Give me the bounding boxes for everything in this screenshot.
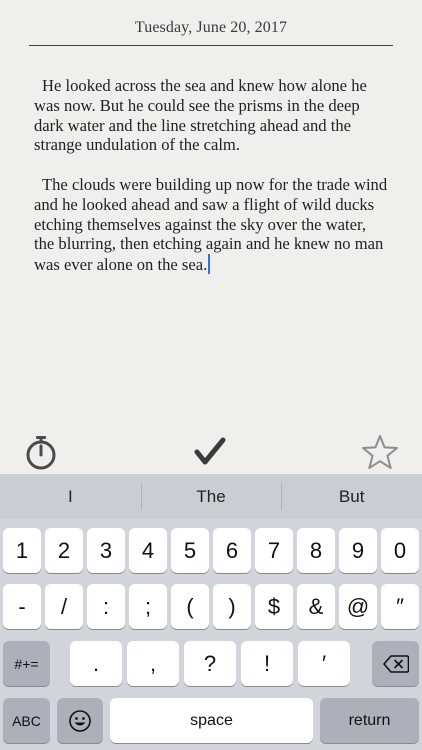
abc-key[interactable]: ABC xyxy=(3,698,50,743)
key-3[interactable]: 3 xyxy=(87,528,125,573)
key-ampersand[interactable]: & xyxy=(297,584,335,629)
done-button[interactable] xyxy=(190,432,230,472)
key-semicolon[interactable]: ; xyxy=(129,584,167,629)
key-5[interactable]: 5 xyxy=(171,528,209,573)
key-9[interactable]: 9 xyxy=(339,528,377,573)
stopwatch-icon xyxy=(26,436,56,470)
key-exclamation[interactable]: ! xyxy=(241,641,293,686)
key-0[interactable]: 0 xyxy=(381,528,419,573)
paragraph-1[interactable]: He looked across the sea and knew how al… xyxy=(34,76,390,155)
key-question[interactable]: ? xyxy=(184,641,236,686)
key-6[interactable]: 6 xyxy=(213,528,251,573)
suggestion-2[interactable]: The xyxy=(140,474,282,519)
entry-date: Tuesday, June 20, 2017 xyxy=(134,19,288,36)
delete-backspace-icon xyxy=(382,654,409,673)
key-7[interactable]: 7 xyxy=(255,528,293,573)
key-open-paren[interactable]: ( xyxy=(171,584,209,629)
key-colon[interactable]: : xyxy=(87,584,125,629)
suggestion-bar: I The But xyxy=(0,474,422,519)
key-double-quote[interactable]: ″ xyxy=(381,584,419,629)
suggestion-1[interactable]: I xyxy=(0,474,141,519)
key-apostrophe[interactable]: ′ xyxy=(298,641,350,686)
emoji-icon xyxy=(69,709,91,732)
key-at[interactable]: @ xyxy=(339,584,377,629)
key-2[interactable]: 2 xyxy=(45,528,83,573)
symbols-key[interactable]: #+= xyxy=(3,641,50,686)
star-outline-icon xyxy=(362,435,398,469)
key-hyphen[interactable]: - xyxy=(3,584,41,629)
key-dollar[interactable]: $ xyxy=(255,584,293,629)
key-4[interactable]: 4 xyxy=(129,528,167,573)
on-screen-keyboard: I The But 1 2 3 4 5 6 7 8 9 0 - / : ; ( … xyxy=(0,474,422,750)
checkmark-icon xyxy=(194,437,226,465)
key-slash[interactable]: / xyxy=(45,584,83,629)
suggestion-3[interactable]: But xyxy=(281,474,422,519)
favorite-button[interactable] xyxy=(360,432,400,472)
key-period[interactable]: . xyxy=(70,641,122,686)
space-key[interactable]: space xyxy=(110,698,313,743)
entry-text[interactable]: He looked across the sea and knew how al… xyxy=(34,76,390,295)
paragraph-2[interactable]: The clouds were building up now for the … xyxy=(34,175,390,275)
editor-area[interactable]: Tuesday, June 20, 2017 He looked across … xyxy=(0,0,422,474)
delete-key[interactable] xyxy=(372,641,419,686)
emoji-key[interactable] xyxy=(57,698,103,743)
timer-button[interactable] xyxy=(21,432,61,472)
editor-toolbar xyxy=(0,430,422,474)
key-1[interactable]: 1 xyxy=(3,528,41,573)
return-key[interactable]: return xyxy=(320,698,419,743)
key-close-paren[interactable]: ) xyxy=(213,584,251,629)
date-divider xyxy=(29,45,393,46)
text-caret xyxy=(208,254,211,275)
paragraph-2-text[interactable]: The clouds were building up now for the … xyxy=(34,175,387,274)
key-comma[interactable]: , xyxy=(127,641,179,686)
key-8[interactable]: 8 xyxy=(297,528,335,573)
